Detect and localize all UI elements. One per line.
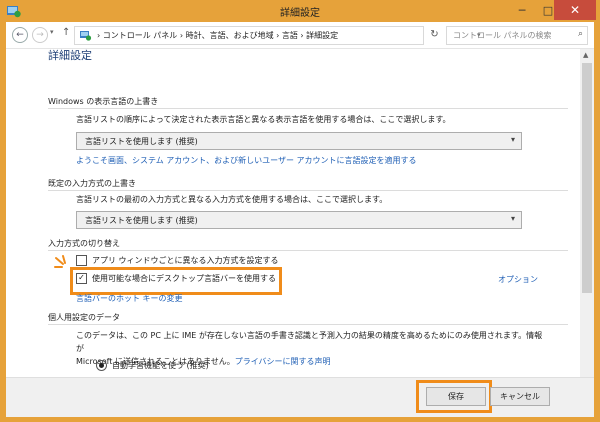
- personalization-line-1: このデータは、この PC 上に IME が存在しない言語の手書き認識と予測入力の…: [76, 331, 543, 353]
- vertical-scrollbar[interactable]: ▲: [580, 49, 594, 377]
- input-method-dropdown-value: 言語リストを使用します (推奨): [85, 216, 198, 225]
- control-panel-icon: [80, 31, 92, 41]
- cancel-button[interactable]: キャンセル: [490, 387, 550, 406]
- per-app-input-method-checkbox[interactable]: [76, 254, 87, 266]
- search-icon[interactable]: ⌕: [578, 29, 583, 39]
- chevron-down-icon: ▾: [510, 135, 515, 144]
- dialog-footer: 保存 キャンセル: [6, 377, 594, 417]
- privacy-statement-link[interactable]: プライバシーに関する声明: [235, 357, 331, 366]
- per-app-input-method-label: アプリ ウィンドウごとに異なる入力方式を設定する: [92, 255, 279, 265]
- language-bar-hotkey-link[interactable]: 言語バーのホット キーの変更: [76, 293, 183, 304]
- desktop-language-bar-option[interactable]: ✓ 使用可能な場合にデスクトップ言語バーを使用する: [76, 272, 276, 284]
- desktop-language-bar-label: 使用可能な場合にデスクトップ言語バーを使用する: [92, 273, 276, 283]
- section-title-personalization: 個人用設定のデータ: [48, 313, 120, 322]
- section-title-input-method: 既定の入力方式の上書き: [48, 179, 136, 188]
- recent-locations-icon[interactable]: ▾: [50, 28, 54, 36]
- window-frame: 詳細設定 ─ □ ✕ ← → ▾ ↑ › コントロール パネル › 時計、言語、…: [0, 0, 600, 422]
- up-arrow-icon[interactable]: ↑: [62, 27, 70, 38]
- section-title-display-language: Windows の表示言語の上書き: [48, 97, 159, 106]
- auto-learning-option[interactable]: 自動学習機能を使う (推奨): [96, 360, 209, 371]
- desktop-language-bar-checkbox[interactable]: ✓: [76, 272, 87, 284]
- options-link[interactable]: オプション: [498, 274, 538, 285]
- refresh-icon[interactable]: ↻: [426, 26, 443, 43]
- minimize-button[interactable]: ─: [510, 0, 534, 20]
- forward-arrow-icon[interactable]: →: [32, 27, 48, 43]
- auto-learning-radio[interactable]: [96, 360, 107, 371]
- close-button[interactable]: ✕: [554, 0, 596, 20]
- scroll-up-icon[interactable]: ▲: [583, 51, 588, 59]
- save-button[interactable]: 保存: [426, 387, 486, 406]
- section-divider: [48, 190, 568, 191]
- display-language-description: 言語リストの順序によって決定された表示言語と異なる表示言語を使用する場合は、ここ…: [76, 115, 451, 124]
- search-input[interactable]: コントロール パネルの検索 ⌕: [446, 26, 588, 45]
- section-divider: [48, 108, 568, 109]
- page-title: 詳細設定: [48, 49, 92, 62]
- display-language-dropdown-value: 言語リストを使用します (推奨): [85, 137, 198, 146]
- back-arrow-icon[interactable]: ←: [12, 27, 28, 43]
- input-method-dropdown[interactable]: 言語リストを使用します (推奨) ▾: [76, 211, 522, 229]
- title-bar[interactable]: 詳細設定 ─ □ ✕: [0, 0, 600, 22]
- per-app-input-method-option[interactable]: アプリ ウィンドウごとに異なる入力方式を設定する: [76, 254, 279, 266]
- display-language-dropdown[interactable]: 言語リストを使用します (推奨) ▾: [76, 132, 522, 150]
- apply-language-settings-link[interactable]: ようこそ画面、システム アカウント、および新しいユーザー アカウントに言語設定を…: [76, 155, 417, 166]
- breadcrumb[interactable]: › コントロール パネル › 時計、言語、および地域 › 言語 › 詳細設定: [97, 30, 338, 41]
- address-bar[interactable]: › コントロール パネル › 時計、言語、および地域 › 言語 › 詳細設定 ▾: [74, 26, 481, 45]
- section-divider: [48, 250, 568, 251]
- scrollbar-thumb[interactable]: [582, 63, 592, 293]
- chevron-down-icon: ▾: [510, 214, 515, 223]
- search-placeholder: コントロール パネルの検索: [453, 31, 552, 40]
- input-method-description: 言語リストの最初の入力方式と異なる入力方式を使用する場合は、ここで選択します。: [76, 195, 388, 204]
- section-divider: [48, 324, 568, 325]
- navigation-bar: ← → ▾ ↑ › コントロール パネル › 時計、言語、および地域 › 言語 …: [6, 22, 594, 49]
- auto-learning-label: 自動学習機能を使う (推奨): [112, 361, 209, 370]
- section-title-switching: 入力方式の切り替え: [48, 239, 120, 248]
